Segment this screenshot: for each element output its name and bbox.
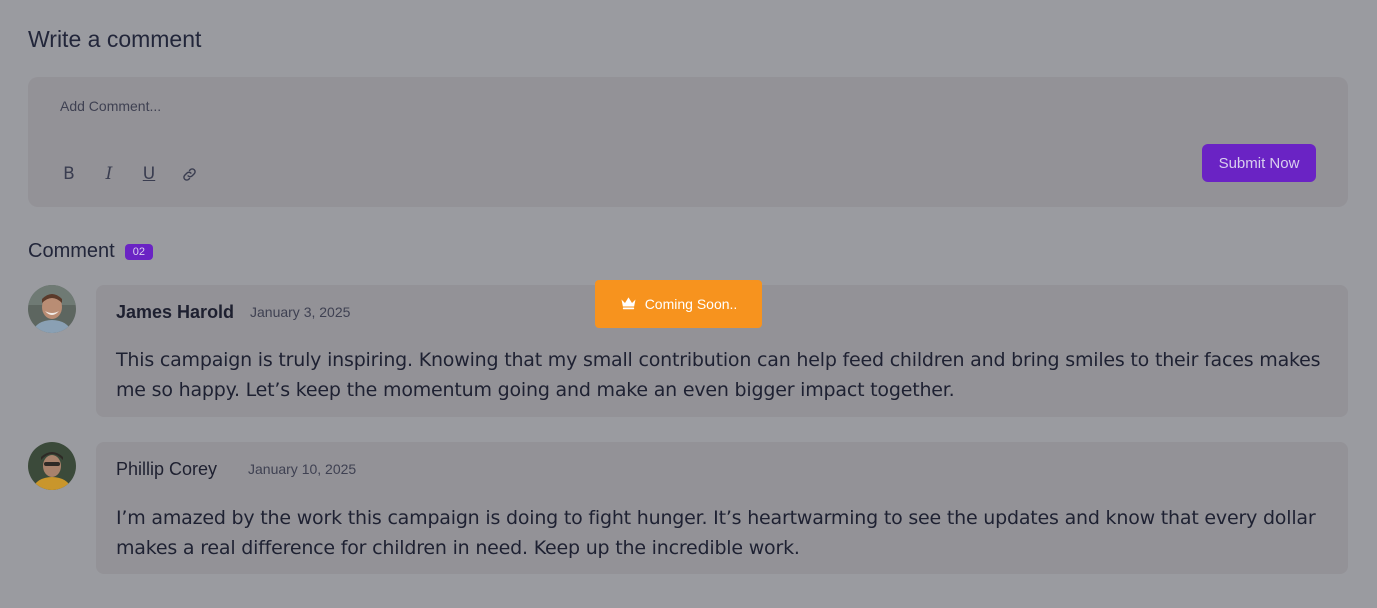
crown-icon: [620, 296, 637, 313]
link-icon[interactable]: [178, 163, 200, 185]
comment-date: January 3, 2025: [250, 304, 351, 320]
comment-text: This campaign is truly inspiring. Knowin…: [116, 349, 1321, 401]
avatar: [28, 285, 76, 333]
comment-date: January 10, 2025: [248, 461, 357, 477]
comments-label: Comment: [28, 240, 115, 262]
bold-icon[interactable]: B: [58, 163, 80, 185]
coming-soon-toast: Coming Soon..: [595, 280, 762, 328]
editor-toolbar: B I U: [58, 163, 200, 185]
toast-text: Coming Soon..: [644, 296, 738, 312]
comment-text: I’m amazed by the work this campaign is …: [116, 507, 1316, 559]
submit-button[interactable]: Submit Now: [1202, 144, 1316, 182]
comment-author: Phillip Corey: [116, 459, 218, 479]
comment-editor[interactable]: Add Comment... B I U Submit Now: [28, 77, 1348, 207]
avatar: [28, 442, 76, 490]
comment-input[interactable]: Add Comment...: [60, 98, 161, 114]
comment-author: James Harold: [116, 302, 235, 322]
underline-icon[interactable]: U: [138, 163, 160, 185]
comment-card: Phillip Corey January 10, 2025 I’m amaze…: [96, 442, 1348, 574]
comments-header: Comment 02: [28, 240, 153, 263]
italic-icon[interactable]: I: [98, 163, 120, 185]
write-comment-heading: Write a comment: [28, 26, 202, 52]
comment-count-badge: 02: [124, 243, 153, 260]
